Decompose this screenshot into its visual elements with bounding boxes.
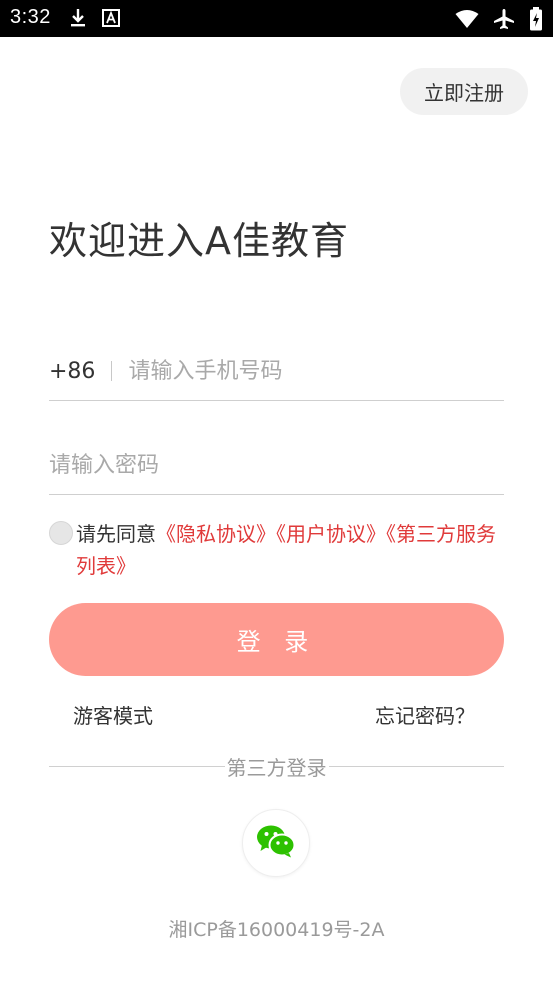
status-time: 3:32 [10,6,51,28]
third-party-divider: 第三方登录 [49,752,504,780]
agreement-row: 请先同意《隐私协议》《用户协议》《第三方服务列表》 [49,518,499,582]
register-button[interactable]: 立即注册 [400,68,528,115]
wifi-icon [455,9,479,29]
password-input[interactable] [49,452,504,482]
third-party-label: 第三方登录 [226,755,327,780]
phone-input[interactable] [128,358,504,388]
forgot-password-link[interactable]: 忘记密码？ [375,700,475,729]
airplane-icon [493,8,515,30]
phone-field: +86 [49,346,504,401]
country-code-selector[interactable]: +86 [49,359,95,388]
icp-license: 湘ICP备16000419号-2A [168,919,385,941]
page-title: 欢迎进入A佳教育 [49,219,349,263]
agreement-prefix: 请先同意 [76,522,156,546]
wechat-login-button[interactable] [242,809,310,877]
download-icon [68,7,88,29]
battery-icon [529,7,543,31]
status-bar: 3:32 [0,0,553,37]
login-button[interactable]: 登 录 [49,603,504,676]
field-divider [111,361,113,381]
password-field [49,440,504,495]
wechat-icon [256,824,296,862]
agreement-text: 请先同意《隐私协议》《用户协议》《第三方服务列表》 [76,518,499,582]
divider-line [328,765,504,767]
user-agreement-link[interactable]: 《用户协议》 [276,522,386,546]
a-box-icon [102,9,120,27]
guest-mode-link[interactable]: 游客模式 [73,700,153,729]
agreement-checkbox[interactable] [49,521,73,545]
privacy-policy-link[interactable]: 《隐私协议》 [156,522,276,546]
divider-line [49,765,225,767]
